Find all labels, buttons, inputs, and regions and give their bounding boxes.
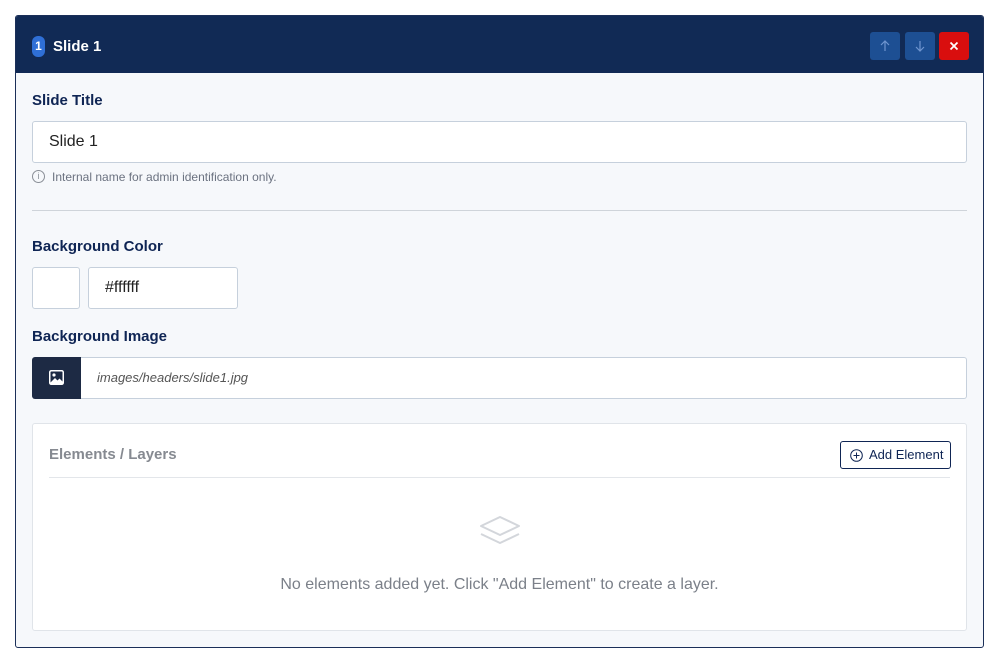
add-element-button[interactable]: Add Element <box>840 441 951 469</box>
background-image-label: Background Image <box>32 328 168 345</box>
background-image-input[interactable]: images/headers/slide1.jpg <box>81 357 967 399</box>
slide-header-title: Slide 1 <box>53 38 102 55</box>
move-down-button[interactable] <box>905 32 935 60</box>
arrow-down-icon <box>915 41 925 52</box>
arrow-up-icon <box>880 40 890 51</box>
image-icon <box>49 370 64 385</box>
move-up-button[interactable] <box>870 32 900 60</box>
background-color-swatch[interactable] <box>32 267 80 309</box>
slide-header: 1 Slide 1 <box>16 16 983 73</box>
slide-title-label: Slide Title <box>32 92 103 109</box>
layers-title: Elements / Layers <box>49 446 177 463</box>
remove-slide-button[interactable] <box>939 32 969 60</box>
slide-title-help-text: Internal name for admin identification o… <box>52 170 277 184</box>
plus-circle-icon <box>850 449 863 462</box>
info-icon: i <box>32 170 45 183</box>
image-picker-button[interactable] <box>32 357 81 399</box>
elements-layers-panel: Elements / Layers Add Element No element… <box>32 423 967 631</box>
background-color-input[interactable]: #ffffff <box>88 267 238 309</box>
empty-layers-message: No elements added yet. Click "Add Elemen… <box>280 576 719 593</box>
section-divider <box>32 210 967 211</box>
close-icon <box>949 41 959 51</box>
add-element-label: Add Element <box>869 447 944 462</box>
slide-panel: 1 Slide 1 Slide Title Slide 1 i Internal… <box>15 15 984 648</box>
slide-number-badge: 1 <box>32 36 45 57</box>
slide-title-input[interactable]: Slide 1 <box>32 121 967 163</box>
background-color-label: Background Color <box>32 238 163 255</box>
layers-icon <box>480 516 520 544</box>
layers-divider <box>49 477 950 478</box>
